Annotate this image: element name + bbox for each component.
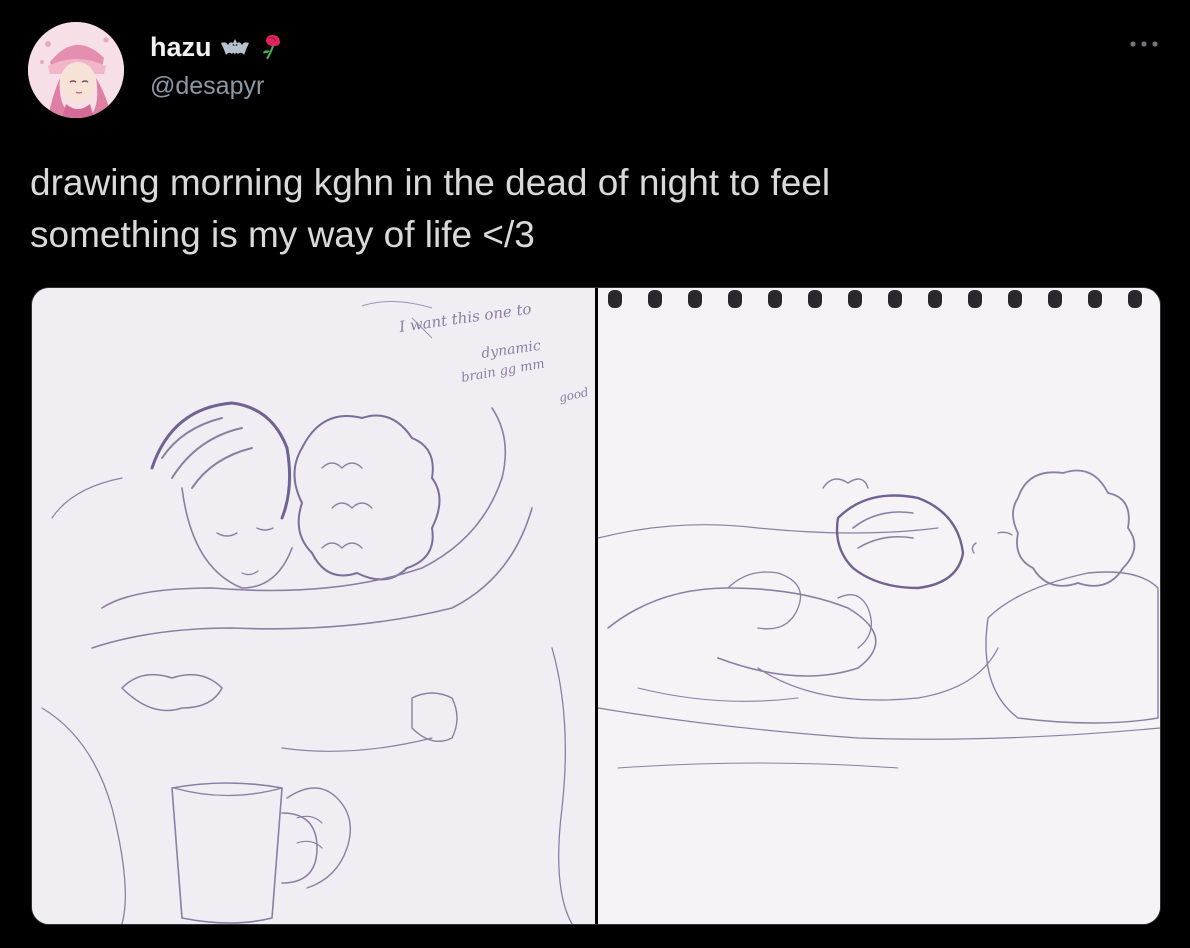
- tweet-text-line-2: something is my way of life </3: [30, 214, 535, 255]
- more-options-button[interactable]: [1124, 32, 1164, 56]
- bat-icon: [220, 33, 250, 61]
- display-name[interactable]: hazu: [150, 32, 212, 63]
- avatar-illustration: [28, 22, 124, 118]
- media-image-right[interactable]: [598, 288, 1160, 924]
- author-name-row: hazu: [150, 30, 288, 64]
- avatar[interactable]: [28, 22, 124, 118]
- tweet: hazu @desapyr drawing morning kghn in th…: [0, 0, 1190, 948]
- author-handle[interactable]: @desapyr: [150, 72, 264, 101]
- more-dots-icon: [1130, 41, 1158, 47]
- tweet-text: drawing morning kghn in the dead of nigh…: [30, 157, 1150, 261]
- sketch-hug-image: I want this one to dynamic brain gg mm g…: [32, 288, 595, 924]
- media-grid: I want this one to dynamic brain gg mm g…: [31, 287, 1161, 925]
- tweet-text-line-1: drawing morning kghn in the dead of nigh…: [30, 162, 831, 203]
- media-image-left[interactable]: I want this one to dynamic brain gg mm g…: [32, 288, 595, 924]
- rose-icon: [258, 33, 288, 61]
- sketch-sleeping-image: [598, 288, 1160, 924]
